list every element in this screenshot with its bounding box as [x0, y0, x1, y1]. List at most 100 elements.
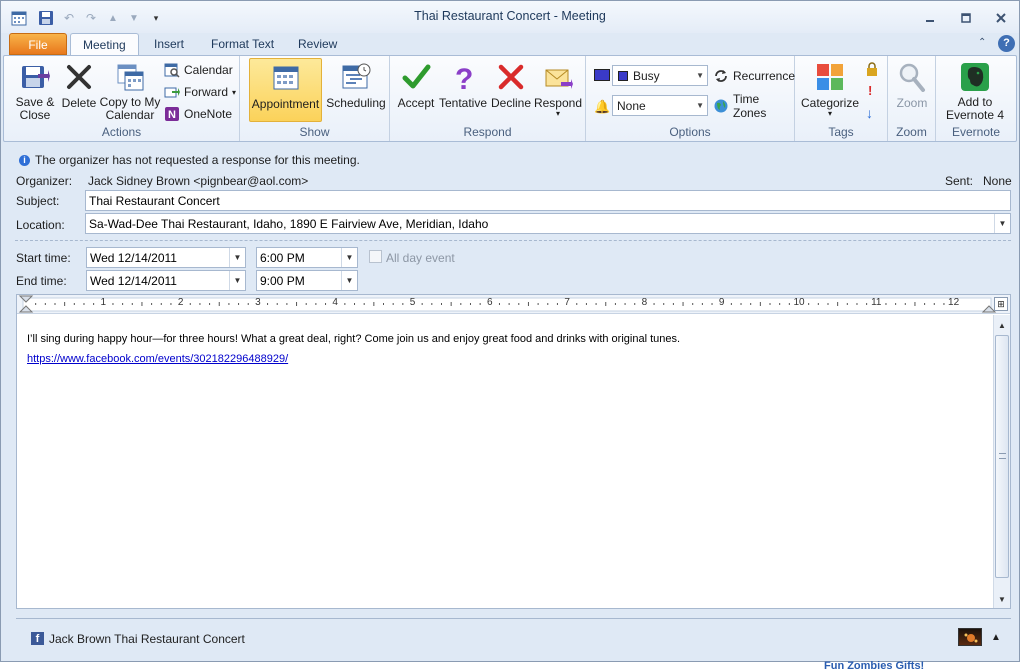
onenote-button[interactable]: N OneNote — [164, 104, 232, 124]
group-respond-label: Respond — [463, 125, 512, 139]
start-date-dropdown-icon[interactable]: ▼ — [229, 248, 245, 267]
decline-button[interactable]: Decline — [489, 58, 533, 122]
show-as-dropdown[interactable]: Busy ▼ — [612, 65, 708, 86]
appointment-icon — [270, 62, 302, 94]
start-time-label: Start time: — [16, 251, 71, 265]
meeting-window: ↶ ↷ ▲ ▼ ▾ Thai Restaurant Concert - Meet… — [0, 0, 1020, 662]
location-dropdown-icon[interactable]: ▼ — [994, 214, 1010, 233]
copy-to-calendar-button[interactable]: Copy to My Calendar — [99, 58, 161, 122]
ribbon: Save & Close Delete Copy to My Calendar … — [3, 55, 1017, 142]
group-options: Busy ▼ 🔔 None ▼ Recurrence Time Zones Op… — [586, 56, 795, 141]
scroll-up-icon[interactable]: ▲ — [994, 317, 1010, 333]
subject-field[interactable]: Thai Restaurant Concert — [85, 190, 1011, 211]
save-close-icon — [19, 61, 51, 92]
delete-button[interactable]: Delete — [59, 58, 99, 122]
ruler: 1 2 3 4 5 6 7 8 9 10 11 12 ⊞ — [17, 295, 1010, 314]
expand-pane-icon[interactable]: ▲ — [991, 632, 1001, 643]
accept-label: Accept — [397, 96, 435, 110]
high-importance-icon[interactable]: ! — [868, 83, 872, 98]
scroll-thumb[interactable] — [995, 335, 1009, 578]
facebook-icon: f — [31, 632, 44, 645]
footer-label: Jack Brown Thai Restaurant Concert — [49, 632, 245, 646]
maximize-button[interactable] — [952, 9, 980, 27]
end-date-dropdown-icon[interactable]: ▼ — [229, 271, 245, 290]
tab-review[interactable]: Review — [286, 33, 349, 55]
group-actions: Save & Close Delete Copy to My Calendar … — [4, 56, 240, 141]
categorize-icon — [814, 61, 846, 93]
all-day-checkbox[interactable] — [369, 250, 382, 263]
end-date-field[interactable]: Wed 12/14/2011 ▼ — [86, 270, 246, 291]
people-pane: f Jack Brown Thai Restaurant Concert ▲ — [16, 618, 1011, 656]
categorize-dropdown-icon[interactable]: ▾ — [828, 110, 832, 118]
end-time-field[interactable]: 9:00 PM ▼ — [256, 270, 358, 291]
save-close-button[interactable]: Save & Close — [10, 58, 60, 122]
svg-text:?: ? — [455, 63, 473, 92]
calendar-button[interactable]: Calendar — [164, 60, 233, 80]
tab-meeting[interactable]: Meeting — [70, 33, 139, 56]
sent-value: None — [983, 174, 1012, 188]
end-date-value: Wed 12/14/2011 — [90, 273, 177, 288]
scheduling-button[interactable]: Scheduling — [324, 58, 388, 122]
window-title: Thai Restaurant Concert - Meeting — [414, 9, 606, 23]
forward-label: Forward — [184, 85, 229, 99]
ruler-ticks — [18, 295, 997, 313]
magnifier-icon — [896, 61, 928, 93]
message-body-editor[interactable]: 1 2 3 4 5 6 7 8 9 10 11 12 ⊞ ▲ ▼ I’ll sing during h… — [16, 294, 1011, 609]
group-options-label: Options — [669, 125, 711, 139]
question-mark-icon: ? — [447, 61, 479, 93]
forward-icon — [164, 84, 180, 100]
respond-button[interactable]: Respond ▾ — [533, 58, 583, 122]
divider — [15, 240, 1011, 241]
appointment-button[interactable]: Appointment — [249, 58, 322, 122]
tentative-label: Tentative — [438, 96, 488, 110]
tab-format-text[interactable]: Format Text — [199, 33, 286, 55]
start-date-field[interactable]: Wed 12/14/2011 ▼ — [86, 247, 246, 268]
close-button[interactable] — [987, 9, 1015, 27]
low-importance-icon[interactable]: ↓ — [866, 105, 873, 121]
vertical-scrollbar[interactable]: ▲ ▼ — [993, 315, 1010, 608]
tentative-button[interactable]: ? Tentative — [437, 58, 489, 122]
start-date-value: Wed 12/14/2011 — [90, 250, 177, 265]
reminder-dropdown[interactable]: None ▼ — [612, 95, 708, 116]
start-time-dropdown-icon[interactable]: ▼ — [341, 248, 357, 267]
contact-photo[interactable] — [958, 628, 982, 646]
onenote-icon: N — [164, 106, 180, 122]
all-day-label: All day event — [386, 251, 455, 265]
forward-button[interactable]: Forward ▾ — [164, 82, 236, 102]
time-zones-button[interactable]: Time Zones — [713, 92, 794, 120]
ruler-number: 1 — [100, 297, 107, 308]
tab-file[interactable]: File — [9, 33, 67, 55]
scroll-down-icon[interactable]: ▼ — [994, 591, 1010, 607]
save-close-label-2: Close — [19, 108, 51, 122]
help-icon[interactable]: ? — [998, 35, 1015, 52]
scheduling-label: Scheduling — [326, 96, 386, 110]
ruler-number: 10 — [793, 297, 805, 308]
end-time-dropdown-icon[interactable]: ▼ — [341, 271, 357, 290]
reminder-value: None — [617, 98, 646, 113]
forward-dropdown-icon[interactable]: ▾ — [232, 88, 236, 97]
end-time-label: End time: — [16, 274, 67, 288]
accept-button[interactable]: Accept — [395, 58, 437, 122]
zoom-button[interactable]: Zoom — [890, 58, 934, 122]
group-tags: Categorize ▾ ! ↓ Tags — [795, 56, 888, 141]
group-respond: Accept ? Tentative Decline Respond ▾ Res… — [390, 56, 586, 141]
location-field[interactable]: Sa-Wad-Dee Thai Restaurant, Idaho, 1890 … — [85, 213, 1011, 234]
body-text: I’ll sing during happy hour—for three ho… — [27, 333, 681, 345]
private-lock-icon[interactable] — [865, 62, 879, 79]
appointment-label: Appointment — [251, 97, 320, 111]
calendar-search-icon — [164, 62, 180, 78]
start-time-field[interactable]: 6:00 PM ▼ — [256, 247, 358, 268]
respond-dropdown-icon[interactable]: ▾ — [556, 110, 560, 118]
categorize-button[interactable]: Categorize ▾ — [799, 58, 861, 122]
tab-insert[interactable]: Insert — [142, 33, 196, 55]
recurrence-button[interactable]: Recurrence — [713, 66, 795, 86]
group-show-label: Show — [299, 125, 330, 139]
recurrence-icon — [713, 68, 729, 84]
group-zoom: Zoom Zoom — [888, 56, 936, 141]
ruler-toggle-icon[interactable]: ⊞ — [994, 297, 1008, 311]
event-link[interactable]: https://www.facebook.com/events/30218229… — [27, 353, 288, 365]
add-to-evernote-button[interactable]: Add to Evernote 4 — [940, 58, 1010, 122]
collapse-ribbon-icon[interactable]: ⌃ — [978, 37, 986, 48]
subject-label: Subject: — [16, 194, 60, 208]
minimize-button[interactable] — [916, 9, 944, 27]
